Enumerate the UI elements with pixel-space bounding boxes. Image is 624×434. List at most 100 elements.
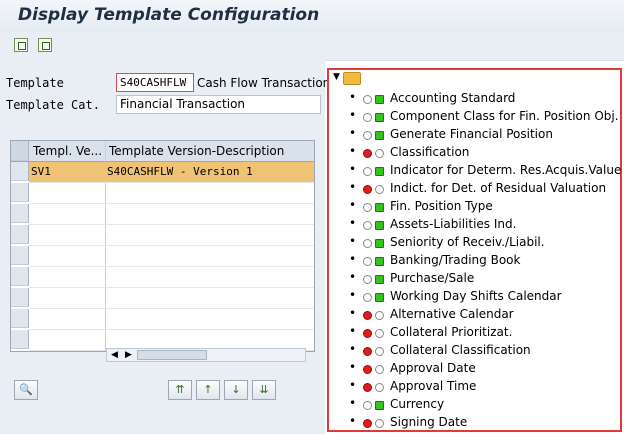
tree-node[interactable]: • Component Class for Fin. Position Obj. <box>329 108 619 126</box>
bullet-icon: • <box>349 252 357 266</box>
tree-node-label: Collateral Prioritizat. <box>390 325 513 339</box>
status-light-red-icon <box>363 185 372 194</box>
status-light-red-icon <box>363 113 372 122</box>
status-light-red-icon <box>363 275 372 284</box>
column-header-description[interactable]: Template Version-Description <box>109 144 309 158</box>
field-tree-panel: ▼ • Accounting Standard • Component Class f… <box>327 68 622 432</box>
status-light-green-icon <box>375 113 384 122</box>
status-light-red-icon <box>363 221 372 230</box>
bullet-icon: • <box>349 270 357 284</box>
tree-node[interactable]: • Assets-Liabilities Ind. <box>329 216 619 234</box>
table-row[interactable] <box>29 246 314 267</box>
details-button[interactable]: 🔍 <box>14 380 38 400</box>
table-row[interactable] <box>29 288 314 309</box>
tree-node[interactable]: • Fin. Position Type <box>329 198 619 216</box>
tree-node[interactable]: • Generate Financial Position <box>329 126 619 144</box>
bullet-icon: • <box>349 360 357 374</box>
status-light-green-icon <box>375 221 384 230</box>
bullet-icon: • <box>349 180 357 194</box>
row-selector[interactable] <box>11 246 29 265</box>
window-title: Display Template Configuration <box>18 5 320 25</box>
status-light-green-icon <box>375 419 384 428</box>
tree-node[interactable]: • Banking/Trading Book <box>329 252 619 270</box>
move-down-button[interactable]: ↓ <box>224 380 248 400</box>
status-light-green-icon <box>375 293 384 302</box>
row-selector[interactable] <box>11 183 29 202</box>
tree-node[interactable]: • Signing Date <box>329 414 619 432</box>
row-selector[interactable] <box>11 162 29 181</box>
status-light-green-icon <box>375 275 384 284</box>
tree-node[interactable]: • Approval Time <box>329 378 619 396</box>
table-row[interactable] <box>29 225 314 246</box>
table-row[interactable] <box>29 183 314 204</box>
tree-node[interactable]: • Collateral Classification <box>329 342 619 360</box>
tree-node-label: Classification <box>390 145 470 159</box>
move-bottom-button[interactable]: ⇊ <box>252 380 276 400</box>
move-top-button[interactable]: ⇈ <box>168 380 192 400</box>
status-light-red-icon <box>363 419 372 428</box>
tree-node[interactable]: • Working Day Shifts Calendar <box>329 288 619 306</box>
table-row[interactable]: SV1 S40CASHFLW - Version 1 <box>29 162 314 183</box>
description-cell: S40CASHFLW - Version 1 <box>107 165 253 178</box>
bullet-icon: • <box>349 108 357 122</box>
move-up-button[interactable]: ↑ <box>196 380 220 400</box>
table-row[interactable] <box>29 267 314 288</box>
template-field[interactable]: S40CASHFLW <box>116 73 194 92</box>
status-light-green-icon <box>375 185 384 194</box>
bullet-icon: • <box>349 216 357 230</box>
tree-node-label: Working Day Shifts Calendar <box>390 289 562 303</box>
horizontal-scrollbar[interactable]: ◀ ▶ <box>106 348 306 362</box>
tree-node-label: Approval Date <box>390 361 476 375</box>
status-light-red-icon <box>363 131 372 140</box>
collapse-all-icon[interactable] <box>38 38 52 52</box>
status-light-green-icon <box>375 401 384 410</box>
tree-node[interactable]: • Seniority of Receiv./Liabil. <box>329 234 619 252</box>
bullet-icon: • <box>349 414 357 428</box>
tree-node[interactable]: • Accounting Standard <box>329 90 619 108</box>
tree-node-label: Assets-Liabilities Ind. <box>390 217 517 231</box>
status-light-red-icon <box>363 257 372 266</box>
bullet-icon: • <box>349 324 357 338</box>
column-header-version[interactable]: Templ. Ve... <box>33 144 103 158</box>
scroll-right-icon[interactable]: ▶ <box>125 350 132 360</box>
template-label: Template <box>6 76 64 90</box>
status-light-green-icon <box>375 203 384 212</box>
tree-node-label: Signing Date <box>390 415 468 429</box>
table-row[interactable] <box>29 204 314 225</box>
tree-collapse-icon[interactable]: ▼ <box>333 72 340 82</box>
status-light-green-icon <box>375 131 384 140</box>
row-selector[interactable] <box>11 267 29 286</box>
row-selector[interactable] <box>11 309 29 328</box>
row-selector[interactable] <box>11 330 29 349</box>
bullet-icon: • <box>349 162 357 176</box>
tree-node[interactable]: • Indicator for Determ. Res.Acquis.Value <box>329 162 622 180</box>
folder-icon <box>343 72 361 85</box>
tree-node[interactable]: • Purchase/Sale <box>329 270 619 288</box>
row-selector[interactable] <box>11 225 29 244</box>
bullet-icon: • <box>349 90 357 104</box>
tree-node[interactable]: • Currency <box>329 396 619 414</box>
status-light-red-icon <box>363 203 372 212</box>
tree-node-label: Collateral Classification <box>390 343 531 357</box>
status-light-red-icon <box>363 239 372 248</box>
tree-node[interactable]: • Alternative Calendar <box>329 306 619 324</box>
version-table: Templ. Ve... Template Version-Descriptio… <box>10 140 315 352</box>
bullet-icon: • <box>349 144 357 158</box>
table-row[interactable] <box>29 309 314 330</box>
tree-node[interactable]: • Collateral Prioritizat. <box>329 324 619 342</box>
tree-node[interactable]: • Approval Date <box>329 360 619 378</box>
status-light-green-icon <box>375 383 384 392</box>
expand-all-icon[interactable] <box>14 38 28 52</box>
bullet-icon: • <box>349 396 357 410</box>
select-all-cell[interactable] <box>11 141 29 161</box>
tree-node-label: Indicator for Determ. Res.Acquis.Value <box>390 163 622 177</box>
row-selector[interactable] <box>11 204 29 223</box>
tree-node[interactable]: • Indict. for Det. of Residual Valuation <box>329 180 619 198</box>
scroll-left-icon[interactable]: ◀ <box>111 350 118 360</box>
status-light-green-icon <box>375 95 384 104</box>
row-selector[interactable] <box>11 288 29 307</box>
tree-node[interactable]: • Classification <box>329 144 619 162</box>
status-light-red-icon <box>363 365 372 374</box>
scroll-thumb[interactable] <box>137 350 207 360</box>
tree-node-label: Indict. for Det. of Residual Valuation <box>390 181 607 195</box>
